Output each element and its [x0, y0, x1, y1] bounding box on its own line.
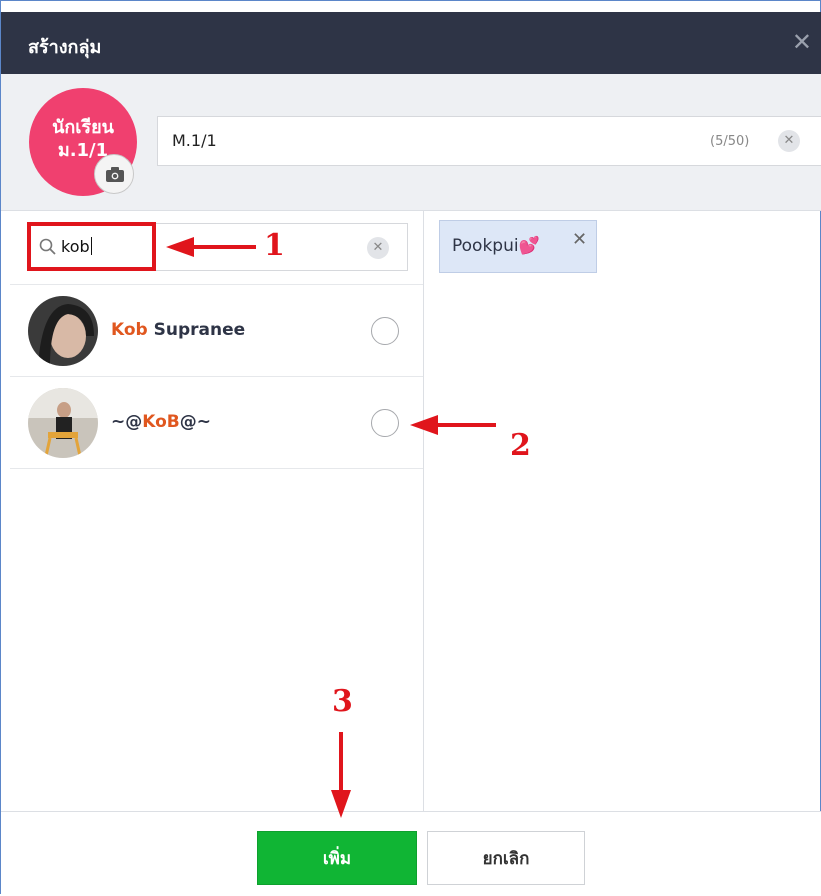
annotation-arrows — [166, 237, 496, 818]
step-1-label: 1 — [264, 228, 285, 263]
arrow-3-head — [331, 790, 351, 818]
step-2-label: 2 — [510, 428, 531, 463]
arrow-1-head — [166, 237, 194, 257]
arrow-2-head — [410, 415, 438, 435]
step-3-label: 3 — [332, 684, 353, 719]
